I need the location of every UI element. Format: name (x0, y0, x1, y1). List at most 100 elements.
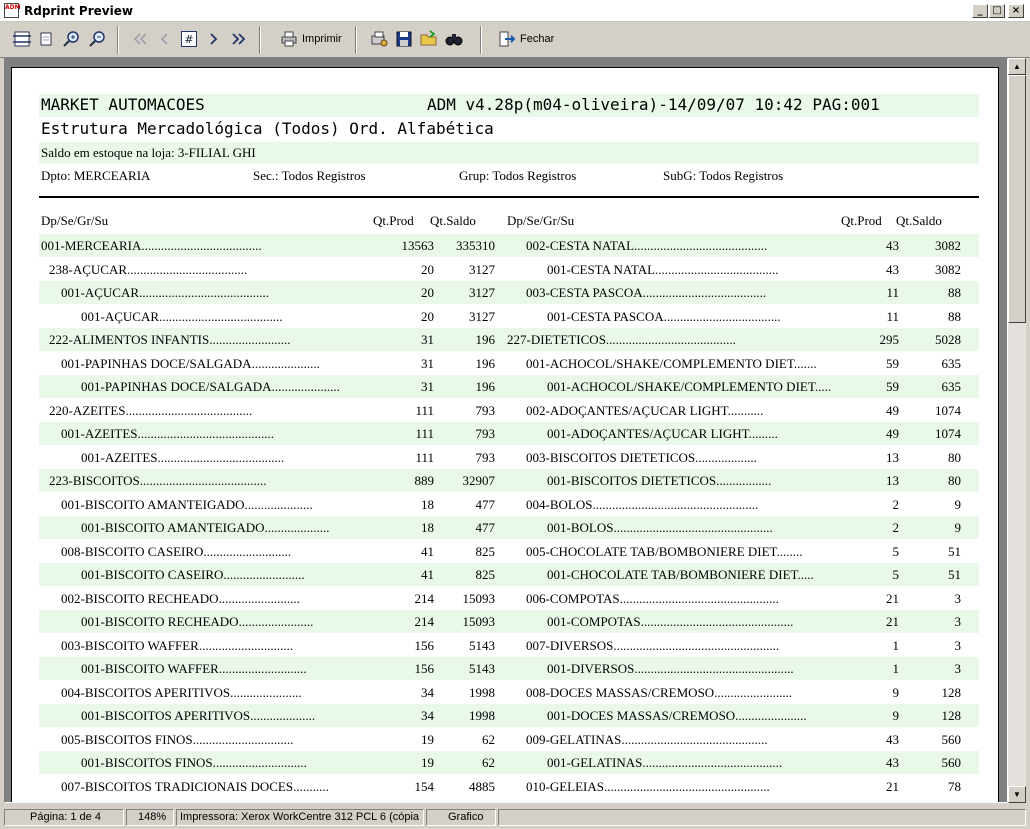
row-prod-left: 34 (421, 684, 434, 700)
row-prod-right: 295 (879, 332, 900, 347)
row-saldo-right: 9 (954, 520, 962, 535)
col-header-saldo-left: Qt.Saldo (430, 213, 476, 228)
row-name-right: 001-ADOÇANTES/AÇUCAR LIGHT......... (547, 426, 778, 441)
open-folder-icon (420, 30, 437, 46)
row-saldo-right: 3 (954, 661, 962, 676)
print-button[interactable]: Imprimir (280, 29, 342, 49)
zoom-in-button[interactable] (62, 29, 82, 49)
first-page-icon (133, 33, 147, 45)
preview-area[interactable]: MARKET AUTOMACOES ADM v4.28p(m04-oliveir… (4, 58, 1008, 803)
zoom-out-icon (89, 31, 105, 47)
row-prod-right: 21 (886, 614, 899, 629)
row-saldo-right: 5028 (935, 332, 961, 347)
row-name-left: 001-PAPINHAS DOCE/SALGADA...............… (81, 379, 340, 394)
report-subtitle: Estrutura Mercadológica (Todos) Ord. Alf… (41, 119, 494, 138)
col-header-name-left: Dp/Se/Gr/Su (41, 213, 109, 228)
zoom-out-button[interactable] (88, 29, 108, 49)
row-prod-left: 20 (421, 261, 434, 277)
row-saldo-left: 477 (475, 496, 496, 512)
go-to-page-button[interactable]: # (180, 29, 198, 49)
find-button[interactable] (445, 29, 463, 49)
row-name-left: 001-BISCOITO CASEIRO....................… (81, 567, 305, 582)
row-name-right: 001-BOLOS...............................… (547, 520, 773, 535)
next-page-button[interactable] (207, 29, 221, 49)
vertical-scrollbar[interactable]: ▲ ▼ (1008, 58, 1026, 803)
setup-icon (371, 31, 388, 47)
setup-button[interactable] (370, 29, 388, 49)
row-saldo-right: 635 (941, 355, 962, 371)
row-prod-right: 49 (886, 426, 899, 441)
row-name-right: 001-BISCOITOS DIETETICOS................… (547, 473, 772, 488)
report-row: 007-BISCOITOS TRADICIONAIS DOCES........… (39, 775, 979, 798)
row-saldo-right: 128 (941, 708, 962, 723)
row-name-right: 002-ADOÇANTES/AÇUCAR LIGHT........... (526, 402, 764, 418)
row-prod-right: 21 (886, 590, 899, 606)
scroll-thumb[interactable] (1008, 75, 1026, 323)
row-prod-right: 9 (892, 684, 900, 700)
row-name-left: 001-BISCOITO AMANTEIGADO................… (81, 520, 330, 535)
page-width-button[interactable] (12, 29, 32, 49)
row-saldo-left: 196 (475, 379, 496, 394)
printer-icon (281, 31, 297, 47)
row-prod-left: 20 (421, 308, 434, 324)
scroll-up-button[interactable]: ▲ (1008, 58, 1026, 75)
next-page-icon (210, 33, 218, 45)
row-name-right: 001-COMPOTAS............................… (547, 614, 794, 629)
save-button[interactable] (396, 29, 412, 49)
row-name-left: 001-BISCOITO RECHEADO...................… (81, 614, 314, 629)
open-button[interactable] (420, 29, 438, 49)
report-row: 001-AÇUCAR..............................… (39, 305, 979, 328)
col-header-prod-right: Qt.Prod (841, 213, 882, 228)
row-saldo-left: 825 (475, 543, 496, 559)
close-preview-button[interactable]: Fechar (498, 29, 554, 49)
row-saldo-left: 3127 (469, 285, 495, 300)
close-window-button[interactable]: × (1008, 4, 1024, 18)
row-name-left: 220-AZEITES.............................… (49, 402, 253, 418)
row-saldo-left: 793 (475, 426, 496, 441)
col-header-saldo-right: Qt.Saldo (896, 213, 942, 228)
first-page-button[interactable] (131, 29, 149, 49)
title-bar: ADM Rdprint Preview _ □ × (0, 0, 1030, 22)
page-width-icon (13, 31, 31, 47)
row-saldo-right: 635 (941, 379, 962, 394)
full-page-button[interactable] (38, 29, 54, 49)
row-saldo-left: 15093 (462, 614, 496, 629)
row-name-left: 001-AÇUCAR..............................… (61, 285, 270, 300)
scroll-down-button[interactable]: ▼ (1008, 786, 1026, 803)
exit-icon (499, 31, 516, 47)
row-saldo-left: 3127 (469, 261, 495, 277)
save-icon (396, 31, 412, 47)
row-prod-left: 19 (421, 731, 434, 747)
last-page-icon (232, 33, 246, 45)
toolbar: # Imprimir Fechar (0, 22, 1030, 58)
row-saldo-right: 80 (948, 449, 961, 465)
row-name-right: 001-DIVERSOS............................… (547, 661, 794, 676)
row-name-right: 227-DIETETICOS..........................… (507, 332, 736, 347)
row-prod-left: 111 (415, 402, 434, 418)
row-name-right: 003-CESTA PASCOA........................… (526, 285, 767, 300)
row-prod-left: 13563 (401, 238, 435, 253)
status-page: Página: 1 de 4 (4, 809, 124, 826)
report-row: 008-BISCOITO CASEIRO....................… (39, 540, 979, 563)
row-prod-left: 889 (414, 473, 435, 488)
row-name-left: 001-BISCOITO AMANTEIGADO................… (61, 496, 313, 512)
row-saldo-left: 196 (475, 355, 496, 371)
row-saldo-right: 560 (941, 755, 962, 770)
window-title: Rdprint Preview (24, 4, 133, 18)
report-row: 001-BISCOITO CASEIRO....................… (39, 563, 979, 586)
row-prod-right: 49 (886, 402, 899, 418)
status-empty (498, 809, 1026, 826)
maximize-button[interactable]: □ (989, 4, 1005, 18)
row-prod-right: 11 (886, 285, 899, 300)
minimize-button[interactable]: _ (972, 4, 988, 18)
last-page-button[interactable] (230, 29, 248, 49)
status-bar: Página: 1 de 4 148% Impressora: Xerox Wo… (0, 807, 1030, 829)
row-saldo-right: 51 (948, 543, 961, 559)
row-prod-left: 214 (414, 614, 435, 629)
row-name-left: 222-ALIMENTOS INFANTIS..................… (49, 332, 291, 347)
report-row: 001-AZEITES.............................… (39, 422, 979, 445)
full-page-icon (40, 32, 52, 46)
report-row: 004-BISCOITOS APERITIVOS................… (39, 681, 979, 704)
row-saldo-right: 128 (941, 684, 962, 700)
previous-page-button[interactable] (157, 29, 171, 49)
